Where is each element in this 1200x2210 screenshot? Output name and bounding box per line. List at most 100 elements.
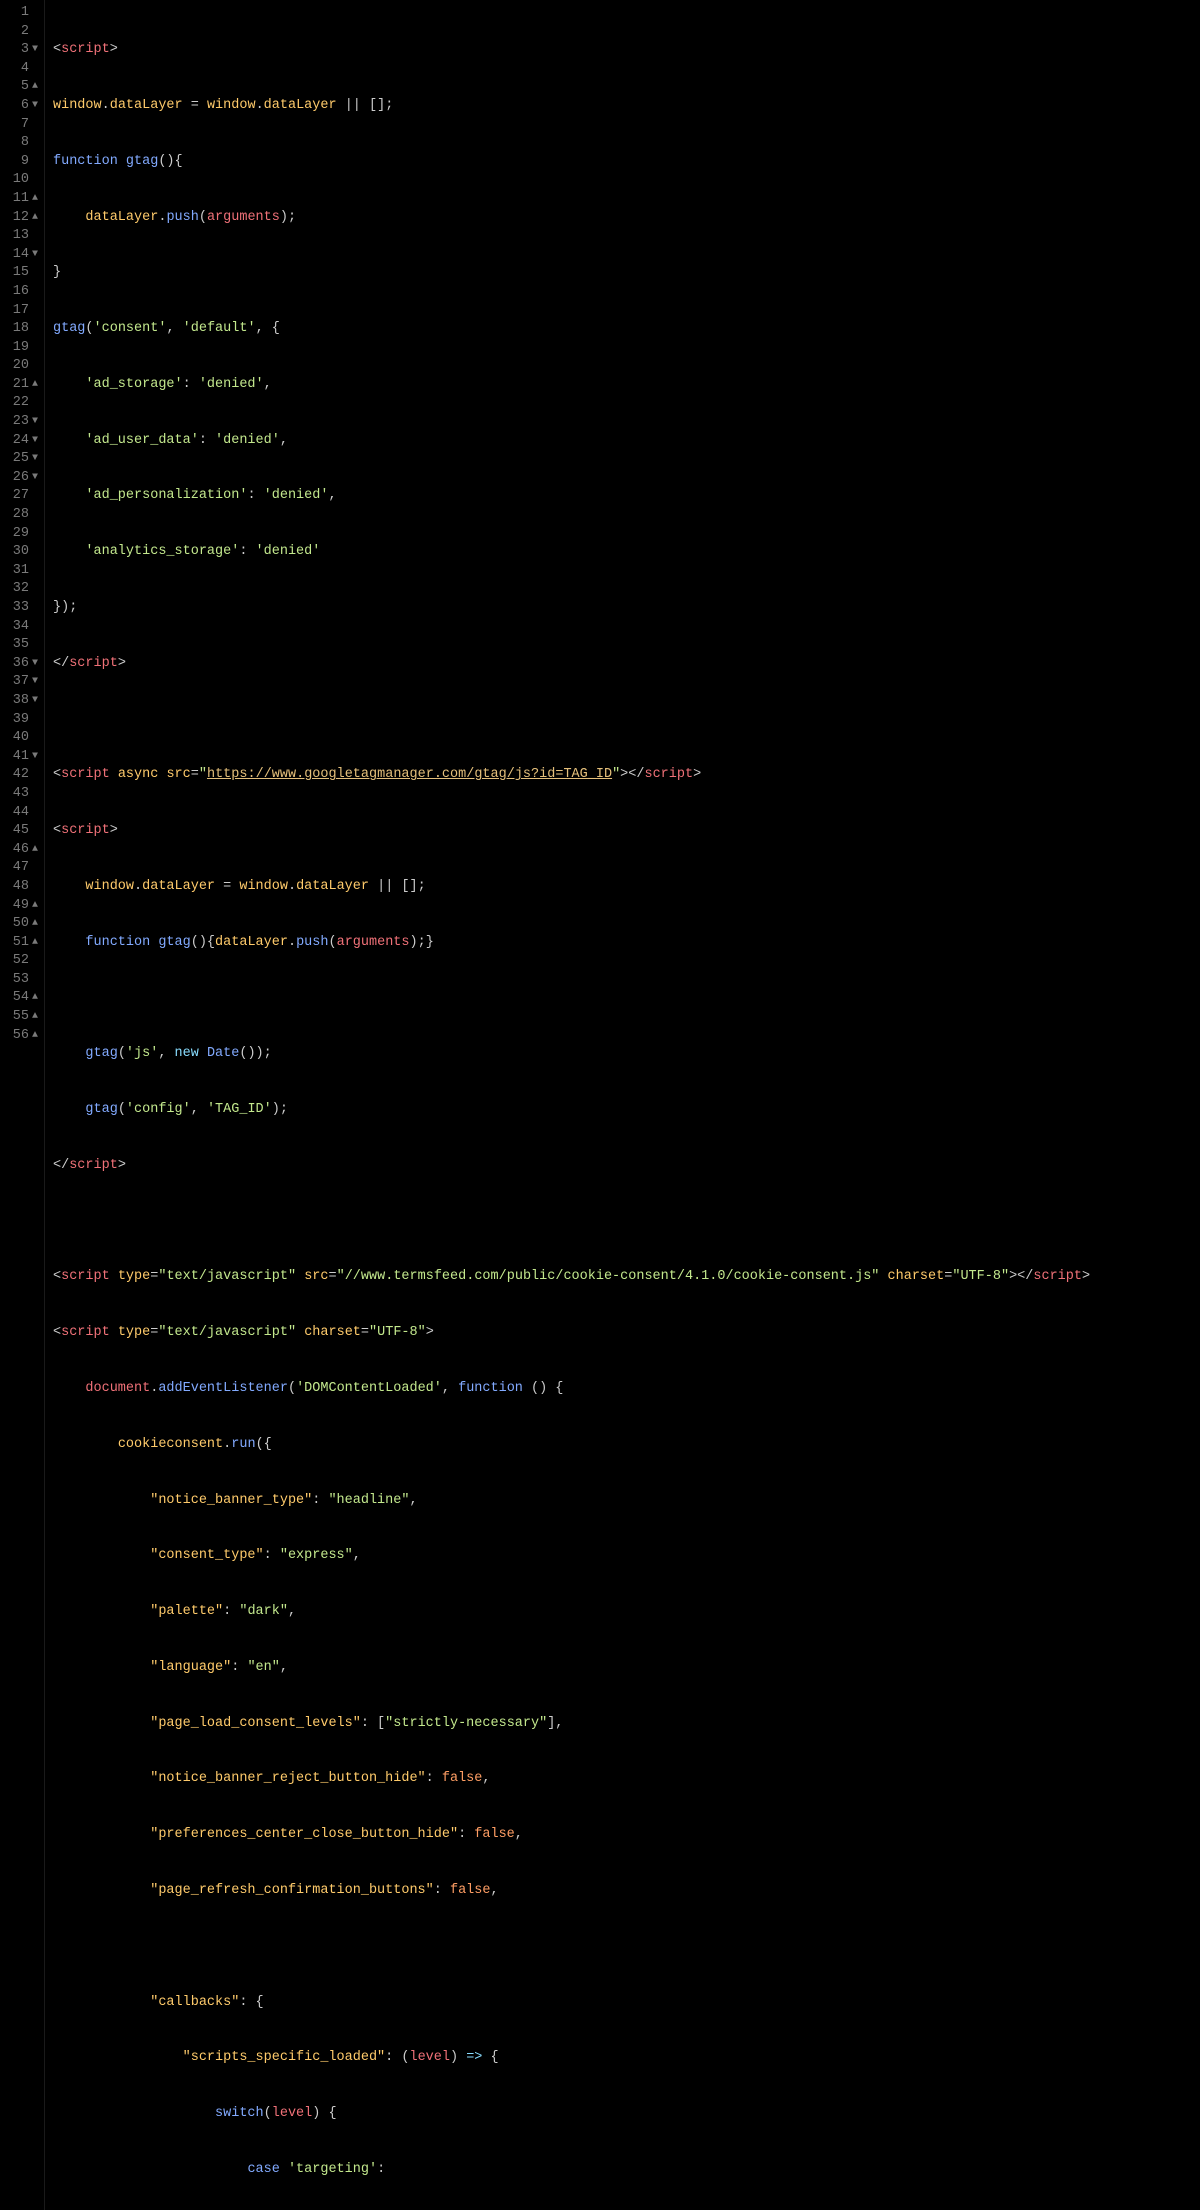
fold-open-icon[interactable]: ▼: [29, 673, 41, 692]
gutter-row: 25▼: [0, 450, 44, 469]
code-line[interactable]: [53, 711, 1200, 730]
line-number: 43: [13, 785, 29, 804]
code-line[interactable]: "palette": "dark",: [53, 1603, 1200, 1622]
line-number: 26: [13, 469, 29, 488]
line-number: 13: [13, 227, 29, 246]
code-line[interactable]: "notice_banner_type": "headline",: [53, 1492, 1200, 1511]
fold-close-icon[interactable]: ▲: [29, 78, 41, 97]
code-line[interactable]: 'ad_storage': 'denied',: [53, 376, 1200, 395]
fold-close-icon[interactable]: ▲: [29, 915, 41, 934]
code-line[interactable]: case 'targeting':: [53, 2161, 1200, 2180]
fold-open-icon[interactable]: ▼: [29, 432, 41, 451]
gutter-row: 32: [0, 580, 44, 599]
line-number: 55: [13, 1008, 29, 1027]
code-line[interactable]: window.dataLayer = window.dataLayer || […: [53, 878, 1200, 897]
code-line[interactable]: <script type="text/javascript" charset="…: [53, 1324, 1200, 1343]
line-number: 7: [21, 116, 29, 135]
gutter-row: 43: [0, 785, 44, 804]
code-line[interactable]: <script type="text/javascript" src="//ww…: [53, 1268, 1200, 1287]
code-editor: 123▼45▲6▼7891011▲12▲1314▼15161718192021▲…: [0, 0, 1200, 2210]
code-line[interactable]: [53, 1938, 1200, 1957]
code-line[interactable]: "callbacks": {: [53, 1994, 1200, 2013]
code-line[interactable]: <script async src="https://www.googletag…: [53, 766, 1200, 785]
code-line[interactable]: <script>: [53, 41, 1200, 60]
line-number: 54: [13, 989, 29, 1008]
code-line[interactable]: function gtag(){: [53, 153, 1200, 172]
gutter-row: 3▼: [0, 41, 44, 60]
gutter-row: 8: [0, 134, 44, 153]
code-line[interactable]: switch(level) {: [53, 2105, 1200, 2124]
code-line[interactable]: document.addEventListener('DOMContentLoa…: [53, 1380, 1200, 1399]
code-line[interactable]: "page_load_consent_levels": ["strictly-n…: [53, 1715, 1200, 1734]
gutter-row: 12▲: [0, 209, 44, 228]
gutter-row: 24▼: [0, 432, 44, 451]
code-line[interactable]: });: [53, 599, 1200, 618]
fold-close-icon[interactable]: ▲: [29, 989, 41, 1008]
fold-open-icon[interactable]: ▼: [29, 97, 41, 116]
fold-close-icon[interactable]: ▲: [29, 209, 41, 228]
fold-close-icon[interactable]: ▲: [29, 1027, 41, 1046]
line-number: 38: [13, 692, 29, 711]
fold-close-icon[interactable]: ▲: [29, 376, 41, 395]
line-number: 56: [13, 1027, 29, 1046]
fold-open-icon[interactable]: ▼: [29, 748, 41, 767]
line-number: 24: [13, 432, 29, 451]
fold-close-icon[interactable]: ▲: [29, 934, 41, 953]
line-number: 6: [21, 97, 29, 116]
line-number: 8: [21, 134, 29, 153]
fold-close-icon[interactable]: ▲: [29, 190, 41, 209]
code-line[interactable]: gtag('consent', 'default', {: [53, 320, 1200, 339]
line-number: 45: [13, 822, 29, 841]
code-line[interactable]: "scripts_specific_loaded": (level) => {: [53, 2049, 1200, 2068]
code-line[interactable]: "preferences_center_close_button_hide": …: [53, 1826, 1200, 1845]
code-line[interactable]: cookieconsent.run({: [53, 1436, 1200, 1455]
line-number: 35: [13, 636, 29, 655]
gutter-row: 30: [0, 543, 44, 562]
code-line[interactable]: [53, 1213, 1200, 1232]
line-number: 12: [13, 209, 29, 228]
fold-open-icon[interactable]: ▼: [29, 692, 41, 711]
line-number: 52: [13, 952, 29, 971]
code-line[interactable]: 'analytics_storage': 'denied': [53, 543, 1200, 562]
fold-open-icon[interactable]: ▼: [29, 469, 41, 488]
gutter-row: 26▼: [0, 469, 44, 488]
line-number: 36: [13, 655, 29, 674]
line-number: 28: [13, 506, 29, 525]
gutter-row: 11▲: [0, 190, 44, 209]
fold-open-icon[interactable]: ▼: [29, 246, 41, 265]
fold-open-icon[interactable]: ▼: [29, 413, 41, 432]
code-line[interactable]: 'ad_personalization': 'denied',: [53, 487, 1200, 506]
line-number: 15: [13, 264, 29, 283]
gutter-row: 20: [0, 357, 44, 376]
gutter-row: 7: [0, 116, 44, 135]
code-line[interactable]: "notice_banner_reject_button_hide": fals…: [53, 1770, 1200, 1789]
fold-close-icon[interactable]: ▲: [29, 897, 41, 916]
code-line[interactable]: gtag('js', new Date());: [53, 1045, 1200, 1064]
code-line[interactable]: 'ad_user_data': 'denied',: [53, 432, 1200, 451]
code-line[interactable]: window.dataLayer = window.dataLayer || […: [53, 97, 1200, 116]
code-line[interactable]: </script>: [53, 1157, 1200, 1176]
line-number-gutter: 123▼45▲6▼7891011▲12▲1314▼15161718192021▲…: [0, 0, 45, 2210]
code-line[interactable]: "consent_type": "express",: [53, 1547, 1200, 1566]
fold-open-icon[interactable]: ▼: [29, 41, 41, 60]
line-number: 46: [13, 841, 29, 860]
fold-open-icon[interactable]: ▼: [29, 450, 41, 469]
code-line[interactable]: "page_refresh_confirmation_buttons": fal…: [53, 1882, 1200, 1901]
gutter-row: 33: [0, 599, 44, 618]
fold-open-icon[interactable]: ▼: [29, 655, 41, 674]
fold-close-icon[interactable]: ▲: [29, 841, 41, 860]
code-line[interactable]: gtag('config', 'TAG_ID');: [53, 1101, 1200, 1120]
code-line[interactable]: dataLayer.push(arguments);: [53, 209, 1200, 228]
code-line[interactable]: }: [53, 264, 1200, 283]
code-line[interactable]: "language": "en",: [53, 1659, 1200, 1678]
fold-close-icon[interactable]: ▲: [29, 1008, 41, 1027]
line-number: 42: [13, 766, 29, 785]
line-number: 48: [13, 878, 29, 897]
code-line[interactable]: [53, 989, 1200, 1008]
gutter-row: 47: [0, 859, 44, 878]
line-number: 34: [13, 618, 29, 637]
code-line[interactable]: <script>: [53, 822, 1200, 841]
code-area[interactable]: <script> window.dataLayer = window.dataL…: [45, 0, 1200, 2210]
code-line[interactable]: function gtag(){dataLayer.push(arguments…: [53, 934, 1200, 953]
code-line[interactable]: </script>: [53, 655, 1200, 674]
